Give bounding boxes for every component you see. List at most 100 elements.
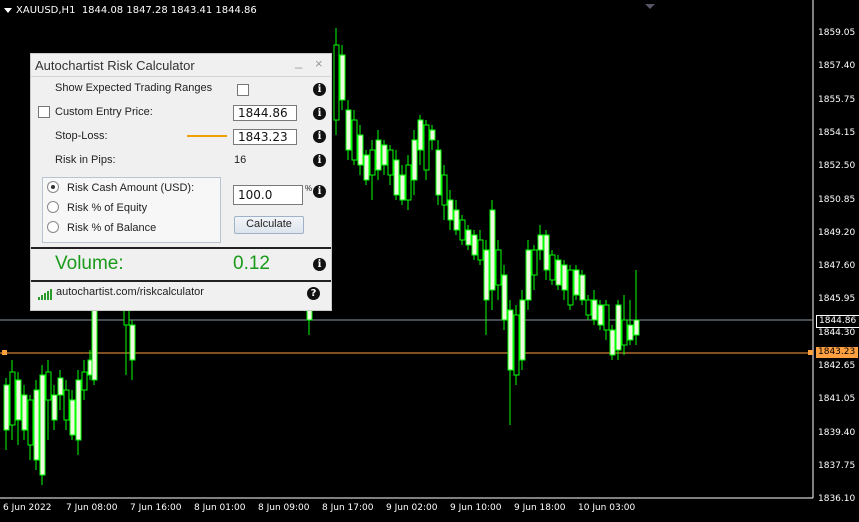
candle-body <box>435 149 442 196</box>
candle-body <box>411 139 418 181</box>
candle-body <box>9 371 16 426</box>
candle-body <box>537 234 544 251</box>
candle-body <box>3 384 10 431</box>
close-icon[interactable]: × <box>315 56 323 71</box>
percent-sign: % <box>305 184 313 193</box>
price-axis-label: 1841.05 <box>818 394 856 405</box>
candle-body <box>69 399 76 436</box>
candle-body <box>351 119 358 161</box>
volume-top-divider <box>31 247 331 249</box>
candle-body <box>579 274 586 301</box>
candle-body <box>549 254 556 281</box>
candle-body <box>333 44 340 121</box>
candle-body <box>393 159 400 196</box>
candle-body <box>363 154 370 181</box>
price-axis-label: 1850.85 <box>818 194 856 205</box>
autochartist-link[interactable]: autochartist.com/riskcalculator <box>56 286 204 298</box>
candle-body <box>525 249 532 301</box>
current-price-tag: 1844.86 <box>816 315 859 328</box>
time-axis-label: 8 Jun 09:00 <box>258 503 310 513</box>
candle-body <box>507 309 514 371</box>
candle-body <box>369 149 376 176</box>
candle-body <box>519 299 526 361</box>
candle-body <box>51 394 58 421</box>
show-ranges-info-icon[interactable]: i <box>313 83 326 96</box>
risk-amount-input[interactable]: 100.0 <box>233 185 303 205</box>
time-axis-label: 7 Jun 16:00 <box>130 503 182 513</box>
risk-pips-info-icon[interactable]: i <box>313 154 326 167</box>
show-ranges-checkbox[interactable] <box>237 84 249 96</box>
candle-body <box>477 239 484 261</box>
stop-loss-handle <box>2 350 7 355</box>
volume-label: Volume: <box>55 253 124 274</box>
risk-equity-label[interactable]: Risk % of Equity <box>67 202 147 214</box>
candle-body <box>27 399 34 446</box>
candle-body <box>465 229 472 246</box>
time-axis-label: 9 Jun 18:00 <box>514 503 566 513</box>
chart-header: XAUUSD,H1 1844.08 1847.28 1843.41 1844.8… <box>4 5 257 16</box>
calculate-button[interactable]: Calculate <box>234 216 304 234</box>
stop-loss-handle <box>808 350 813 355</box>
chart-symbol: XAUUSD,H1 <box>16 5 76 16</box>
candle-body <box>603 304 610 331</box>
candle-body <box>405 164 412 201</box>
chart-menu-triangle-icon[interactable] <box>4 7 12 13</box>
price-axis-label: 1842.65 <box>818 361 856 371</box>
candle-body <box>483 249 490 301</box>
help-icon[interactable]: ? <box>307 287 320 300</box>
price-axis-label: 1852.50 <box>818 161 856 172</box>
panel-titlebar[interactable]: Autochartist Risk Calculator _ × <box>31 54 331 77</box>
candle-body <box>345 109 352 151</box>
candle-body <box>621 319 628 346</box>
volume-info-icon[interactable]: i <box>313 258 326 271</box>
time-axis-label: 9 Jun 10:00 <box>450 503 502 513</box>
radio-risk-balance[interactable] <box>47 221 59 233</box>
risk-balance-label[interactable]: Risk % of Balance <box>67 222 156 234</box>
chart-ohlc: 1844.08 1847.28 1843.41 1844.86 <box>81 5 257 16</box>
risk-pips-label: Risk in Pips: <box>55 154 116 166</box>
candle-body <box>129 324 136 361</box>
candle-body <box>123 309 130 326</box>
stop-loss-label: Stop-Loss: <box>55 130 108 142</box>
candle-body <box>489 209 496 291</box>
time-axis-label: 6 Jun 2022 <box>3 503 52 513</box>
candle-body <box>615 304 622 351</box>
custom-entry-checkbox[interactable] <box>38 106 50 118</box>
candle-body <box>15 379 22 421</box>
entry-price-info-icon[interactable]: i <box>313 107 326 120</box>
stop-loss-price-tag: 1843.23 <box>816 347 858 358</box>
candle-body <box>459 219 466 241</box>
stop-loss-info-icon[interactable]: i <box>313 130 326 143</box>
stop-loss-input[interactable]: 1843.23 <box>233 129 297 145</box>
stop-loss-line-swatch <box>187 135 227 137</box>
candle-body <box>573 269 580 296</box>
candle-body <box>471 234 478 256</box>
price-axis-label: 1847.60 <box>818 261 856 272</box>
candle-body <box>531 249 538 276</box>
risk-pips-value: 16 <box>234 154 247 166</box>
candle-body <box>441 174 448 206</box>
candle-body <box>555 259 562 286</box>
candle-body <box>417 119 424 151</box>
price-axis-label: 1854.15 <box>818 127 856 138</box>
minimize-icon[interactable]: _ <box>295 54 302 69</box>
price-axis-label: 1839.40 <box>818 427 856 438</box>
risk-amount-info-icon[interactable]: i <box>313 185 326 198</box>
candle-body <box>513 314 520 376</box>
candle-body <box>501 274 508 321</box>
candle-body <box>561 264 568 291</box>
radio-risk-equity[interactable] <box>47 201 59 213</box>
candle-body <box>75 379 82 441</box>
radio-risk-cash[interactable] <box>47 181 59 193</box>
price-axis-label: 1855.75 <box>818 94 856 105</box>
entry-price-input[interactable]: 1844.86 <box>233 105 297 121</box>
risk-cash-label[interactable]: Risk Cash Amount (USD): <box>67 182 194 194</box>
candle-body <box>339 54 346 101</box>
candle-body <box>591 299 598 321</box>
candle-body <box>543 234 550 271</box>
price-axis-label: 1849.20 <box>818 227 856 238</box>
price-axis-label: 1857.40 <box>818 61 856 72</box>
candle-body <box>609 329 616 356</box>
candle-body <box>21 394 28 431</box>
candle-body <box>381 144 388 166</box>
